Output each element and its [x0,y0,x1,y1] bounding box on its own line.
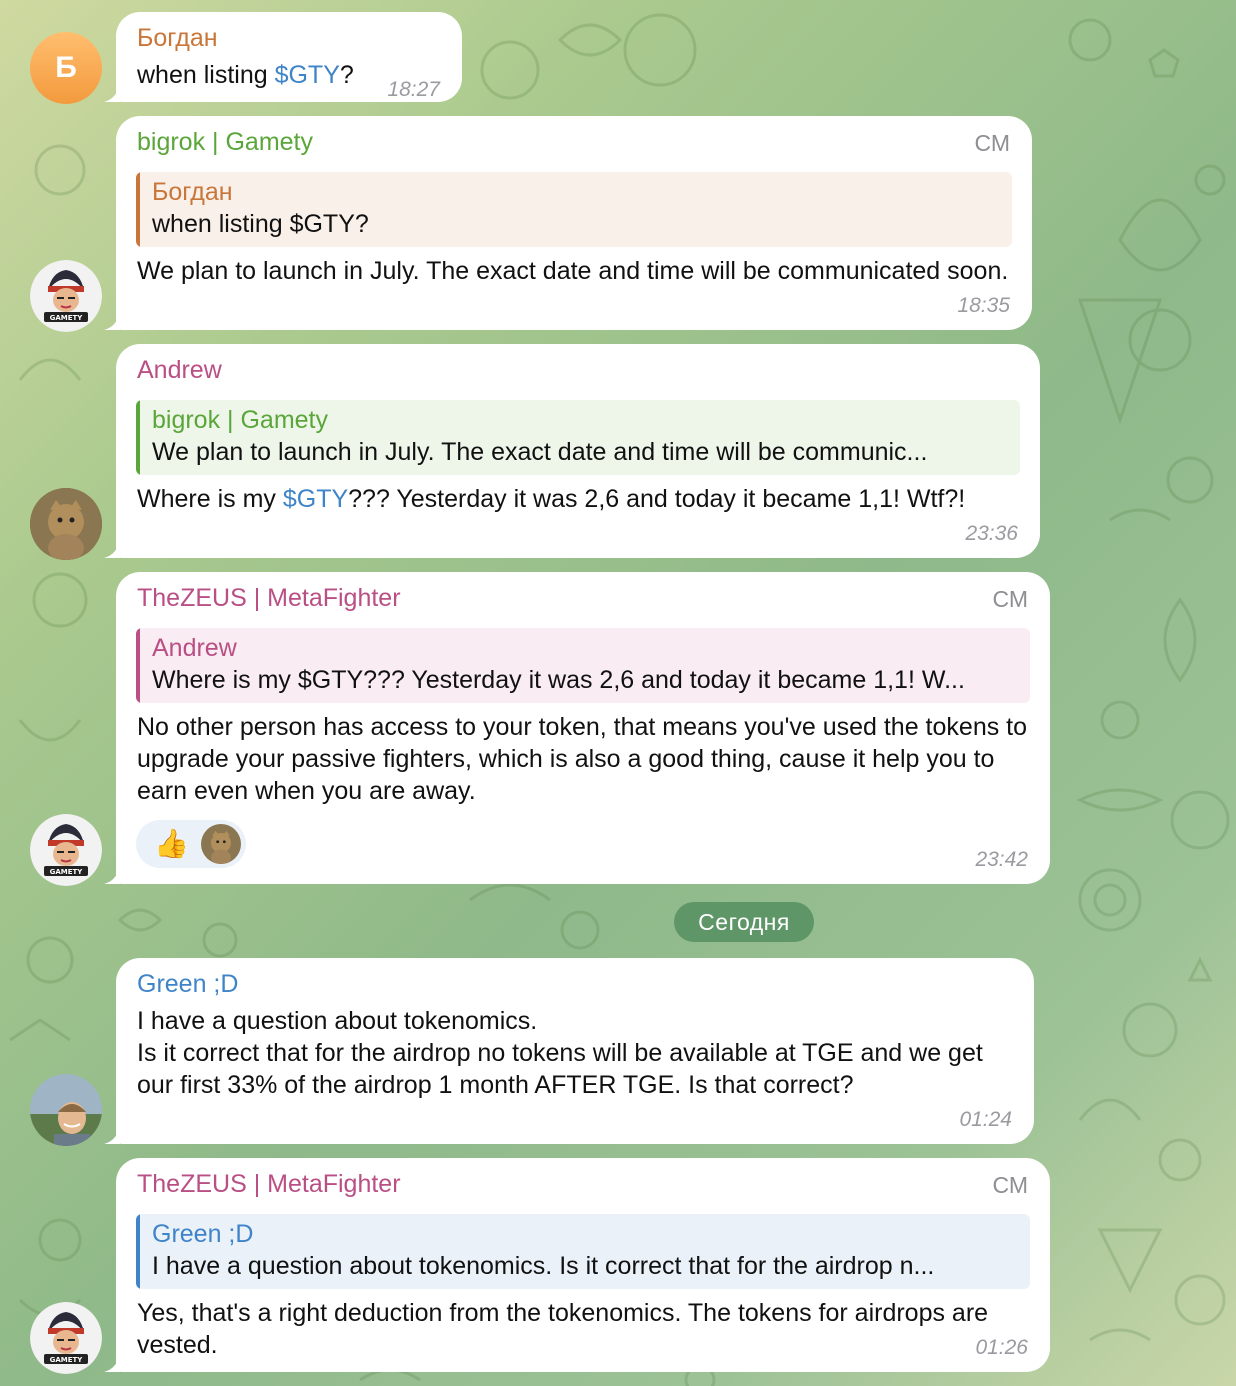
quote-sender: bigrok | Gamety [152,406,329,434]
sender-name[interactable]: Богдан [137,24,218,53]
message-text-part: when listing [137,61,275,89]
quote-text: I have a question about tokenomics. Is i… [152,1252,935,1280]
message-bubble[interactable]: bigrok | Gamety СМ Богдан when listing $… [104,116,1032,330]
avatar[interactable] [30,488,102,560]
quote-bar [136,400,140,475]
gamety-logo-icon: GAMETY [30,1302,102,1374]
message-text: No other person has access to your token… [137,713,1028,805]
message-text-line: Is it correct that for the airdrop no to… [137,1039,983,1099]
message-text: Yes, that's a right deduction from the t… [137,1299,989,1359]
member-role-badge: СМ [974,130,1010,156]
date-separator: Сегодня [674,902,814,942]
cat-photo-icon [30,488,102,560]
reply-quote[interactable]: Andrew Where is my $GTY??? Yesterday it … [136,628,1030,703]
profile-photo-icon [30,1074,102,1146]
quote-sender: Green ;D [152,1220,254,1248]
message-text-part: ? [339,61,354,89]
bubble-tail [104,1124,120,1144]
bubble-tail [104,310,120,330]
message-bubble[interactable]: Green ;D I have a question about tokenom… [104,958,1034,1144]
quote-sender: Andrew [152,634,237,662]
message-time: 01:26 [975,1336,1028,1359]
member-role-badge: СМ [992,1172,1028,1198]
avatar[interactable]: GAMETY [30,814,102,886]
message-text-part: ??? Yesterday it was 2,6 and today it be… [348,485,966,513]
svg-text:GAMETY: GAMETY [50,314,84,322]
sender-name[interactable]: bigrok | Gamety [137,128,313,157]
reactor-avatar[interactable] [200,824,241,864]
message-time: 23:36 [965,522,1018,545]
quote-text: Where is my $GTY??? Yesterday it was 2,6… [152,666,965,694]
message-time: 18:27 [387,78,440,101]
message-text-line: I have a question about tokenomics. [137,1007,538,1035]
bubble-tail [104,538,120,558]
thumbs-up-icon[interactable]: 👍 [154,830,189,858]
avatar[interactable] [30,1074,102,1146]
quote-text: We plan to launch in July. The exact dat… [152,438,928,466]
bubble-tail [104,864,120,884]
sender-name[interactable]: TheZEUS | MetaFighter [137,584,401,613]
reply-quote[interactable]: bigrok | Gamety We plan to launch in Jul… [136,400,1020,475]
message-text: We plan to launch in July. The exact dat… [137,257,1009,285]
quote-bar [136,1214,140,1289]
avatar[interactable]: GAMETY [30,1302,102,1374]
sender-name[interactable]: Green ;D [137,970,238,999]
message-bubble[interactable]: TheZEUS | MetaFighter СМ Andrew Where is… [104,572,1050,884]
message-time: 18:35 [957,294,1010,317]
message-text: when listing $GTY? [137,59,354,91]
reply-quote[interactable]: Green ;D I have a question about tokenom… [136,1214,1030,1289]
svg-text:GAMETY: GAMETY [50,868,84,876]
message-text: I have a question about tokenomics. Is i… [137,1005,1017,1101]
message-bubble[interactable]: Andrew bigrok | Gamety We plan to launch… [104,344,1040,558]
quote-bar [136,628,140,703]
cat-photo-icon [200,824,241,864]
quote-bar [136,172,140,247]
bubble-tail [104,1352,120,1372]
cashtag-link[interactable]: $GTY [283,485,348,513]
sender-name[interactable]: TheZEUS | MetaFighter [137,1170,401,1199]
message-time: 01:24 [959,1108,1012,1131]
avatar[interactable]: Б [30,32,102,104]
message-text-part: Where is my [137,485,283,513]
svg-text:GAMETY: GAMETY [50,1356,84,1364]
bubble-tail [104,82,120,102]
message-text: Where is my $GTY??? Yesterday it was 2,6… [137,483,965,515]
reply-quote[interactable]: Богдан when listing $GTY? [136,172,1012,247]
gamety-logo-icon: GAMETY [30,260,102,332]
cashtag-link[interactable]: $GTY [275,61,340,89]
quote-sender: Богдан [152,178,233,206]
quote-text: when listing $GTY? [152,210,369,238]
member-role-badge: СМ [992,586,1028,612]
sender-name[interactable]: Andrew [137,356,222,385]
message-bubble[interactable]: Богдан when listing $GTY? 18:27 [104,12,462,102]
message-bubble[interactable]: TheZEUS | MetaFighter СМ Green ;D I have… [104,1158,1050,1372]
gamety-logo-icon: GAMETY [30,814,102,886]
message-time: 23:42 [975,848,1028,871]
avatar[interactable]: GAMETY [30,260,102,332]
reactions-bar[interactable]: 👍 [136,820,246,868]
